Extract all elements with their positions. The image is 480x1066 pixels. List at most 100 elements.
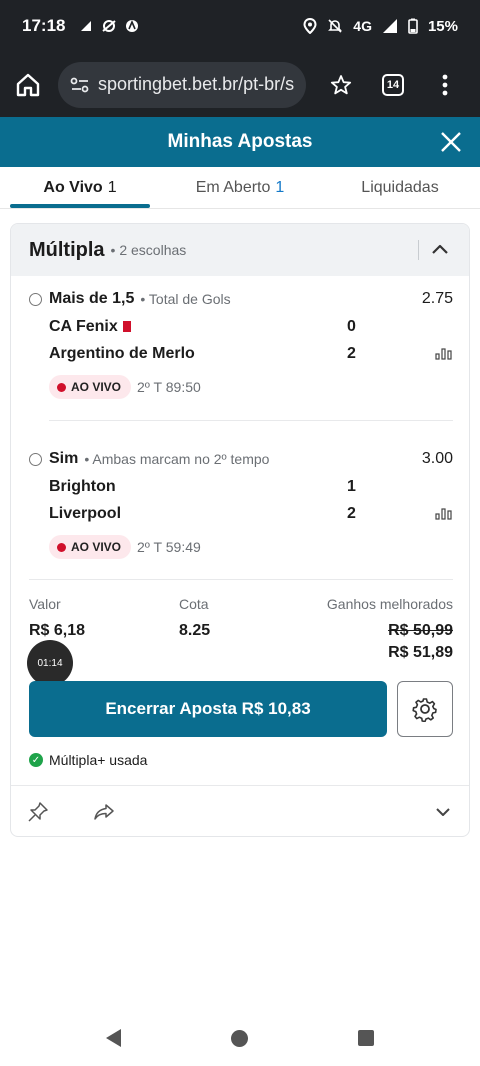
stake-value: R$ 6,18 <box>29 622 86 639</box>
signal-notification-icon <box>81 21 92 31</box>
selection-market: • Ambas marcam no 2º tempo <box>84 451 270 467</box>
tab-count: 14 <box>382 73 404 96</box>
back-icon[interactable] <box>106 1029 121 1047</box>
team-score: 1 <box>347 477 356 495</box>
team-row: Argentino de Merlo 2 <box>49 340 453 367</box>
signal-icon <box>382 19 397 33</box>
tab-switcher-button[interactable]: 14 <box>376 68 410 102</box>
status-right: 4G 15% <box>303 18 458 35</box>
live-dot-icon <box>57 542 66 552</box>
browser-toolbar: sportingbet.bet.br/pt-br/s 14 <box>0 52 480 117</box>
stats-icon[interactable] <box>435 346 453 360</box>
check-icon: ✓ <box>29 753 43 767</box>
recent-apps-icon[interactable] <box>358 1030 374 1046</box>
summary-values: R$ 6,18 8.25 R$ 50,99 <box>29 622 453 640</box>
location-icon <box>303 18 317 34</box>
selection-line: Mais de 1,5 • Total de Gols 2.75 <box>29 290 453 308</box>
page-header: Minhas Apostas <box>0 117 480 167</box>
live-status: AO VIVO 2º T 89:50 <box>49 375 453 399</box>
more-vertical-icon <box>442 74 448 95</box>
selection-odds: 3.00 <box>421 450 453 467</box>
tab-count-badge: 1 <box>107 178 117 196</box>
address-bar[interactable]: sportingbet.bet.br/pt-br/s <box>58 61 306 108</box>
bet-summary: Valor Cota Ganhos melhorados R$ 6,18 8.2… <box>29 596 453 662</box>
site-settings-icon[interactable] <box>70 77 90 93</box>
selection-status-icon <box>29 452 42 466</box>
boosted-winnings: R$ 51,89 <box>388 644 453 661</box>
notification-icons <box>79 19 139 33</box>
tab-em-aberto[interactable]: Em Aberto 1 <box>160 167 320 208</box>
live-badge: AO VIVO <box>49 535 132 559</box>
stake-label: Valor <box>29 596 61 612</box>
match-time: 2º T 89:50 <box>137 379 201 395</box>
selection-market: • Total de Gols <box>140 291 231 307</box>
team-row: Brighton 1 <box>49 473 453 500</box>
bet-subtitle: 2 escolhas <box>119 242 187 258</box>
tab-liquidadas[interactable]: Liquidadas <box>320 167 480 208</box>
bet-card-header[interactable]: Múltipla • 2 escolhas <box>11 224 469 276</box>
selection-2: Sim • Ambas marcam no 2º tempo 3.00 Brig… <box>29 450 453 570</box>
tab-label: Em Aberto <box>195 178 271 196</box>
stats-icon[interactable] <box>435 506 453 520</box>
team-row: Liverpool 2 <box>49 500 453 527</box>
tab-label: Liquidadas <box>361 178 439 196</box>
team-name: CA Fenix <box>49 317 118 335</box>
selection-divider <box>49 420 453 421</box>
team-row: CA Fenix 0 <box>49 313 453 340</box>
odds-label: Cota <box>179 596 209 612</box>
selection-line: Sim • Ambas marcam no 2º tempo 3.00 <box>29 450 453 468</box>
winnings-label: Ganhos melhorados <box>326 596 453 612</box>
summary-divider <box>29 579 453 580</box>
browser-menu-button[interactable] <box>428 68 462 102</box>
bookmark-button[interactable] <box>324 68 358 102</box>
tab-ao-vivo[interactable]: Ao Vivo 1 <box>0 167 160 208</box>
selection-odds: 2.75 <box>421 290 453 307</box>
bet-type-title: Múltipla <box>29 238 105 261</box>
battery-icon <box>408 18 418 34</box>
home-icon <box>16 73 40 96</box>
team-name: Argentino de Merlo <box>49 344 195 362</box>
status-bar: 17:18 4G 15% <box>0 0 480 52</box>
selection-status-icon <box>29 292 42 306</box>
odds-value: 8.25 <box>179 622 211 639</box>
summary-labels: Valor Cota Ganhos melhorados <box>29 596 453 612</box>
live-status: AO VIVO 2º T 59:49 <box>49 535 453 559</box>
tab-label: Ao Vivo <box>43 178 103 196</box>
star-icon <box>330 74 352 94</box>
home-button[interactable] <box>12 69 44 101</box>
cashout-button[interactable]: Encerrar Aposta R$ 10,83 <box>29 681 387 737</box>
red-card-icon <box>122 321 131 332</box>
system-nav-bar <box>0 1010 480 1066</box>
app-notification-icon <box>126 19 139 32</box>
pin-icon[interactable] <box>27 801 49 823</box>
team-score: 2 <box>347 504 356 522</box>
tab-count-badge: 1 <box>275 178 285 196</box>
bet-card: Múltipla • 2 escolhas Mais de 1,5 • Tota… <box>10 223 470 837</box>
selection-pick: Sim <box>49 450 79 467</box>
market-label: Total de Gols <box>148 291 231 307</box>
bet-tabs: Ao Vivo 1 Em Aberto 1 Liquidadas <box>0 167 480 209</box>
team-name: Liverpool <box>49 504 122 522</box>
market-label: Ambas marcam no 2º tempo <box>92 451 270 467</box>
close-icon[interactable] <box>438 129 464 155</box>
network-type: 4G <box>353 18 372 34</box>
chevron-up-icon[interactable] <box>429 239 451 261</box>
selection-1: Mais de 1,5 • Total de Gols 2.75 CA Feni… <box>29 290 453 410</box>
match-time: 2º T 59:49 <box>137 539 201 555</box>
live-badge: AO VIVO <box>49 375 132 399</box>
team-score: 0 <box>347 317 356 335</box>
team-score: 2 <box>347 344 356 362</box>
live-dot-icon <box>57 382 66 392</box>
url-text[interactable]: sportingbet.bet.br/pt-br/s <box>98 74 294 95</box>
home-nav-icon[interactable] <box>231 1029 248 1047</box>
live-label: AO VIVO <box>71 380 122 394</box>
selection-pick: Mais de 1,5 <box>49 290 135 307</box>
chevron-down-icon[interactable] <box>433 802 453 822</box>
bet-card-footer <box>11 785 469 836</box>
mute-notification-icon <box>102 20 117 32</box>
gear-icon <box>412 698 437 722</box>
status-time: 17:18 <box>22 16 66 35</box>
cashout-settings-button[interactable] <box>397 681 453 737</box>
share-icon[interactable] <box>93 801 115 823</box>
team-name: Brighton <box>49 477 116 495</box>
